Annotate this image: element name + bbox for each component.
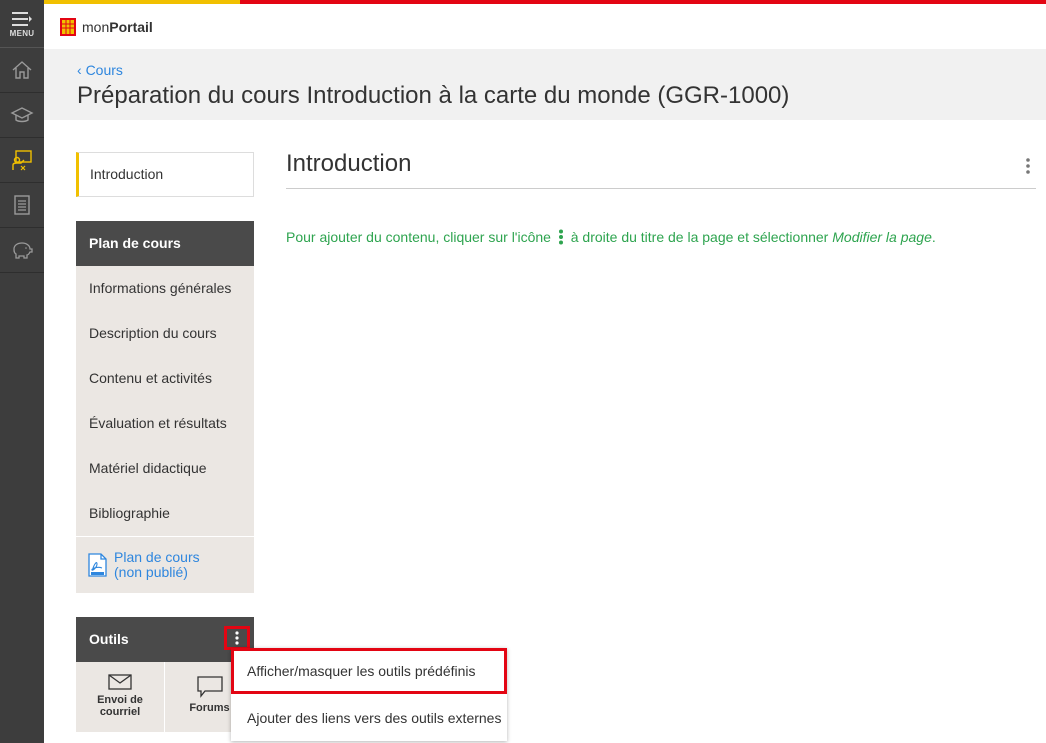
tool-label-line1: Envoi de xyxy=(97,694,143,706)
content-title: Introduction xyxy=(286,150,412,177)
tools-dropdown-menu: Afficher/masquer les outils prédéfinis A… xyxy=(231,648,507,741)
teacher-board-icon xyxy=(12,150,32,171)
tool-label-line2: courriel xyxy=(99,706,141,718)
kebab-menu-icon xyxy=(1026,158,1030,174)
rail-courses[interactable] xyxy=(0,93,44,138)
pdf-link-line1: Plan de cours xyxy=(114,549,200,565)
page-options-button[interactable] xyxy=(1022,157,1034,175)
envelope-icon xyxy=(108,674,132,690)
tool-envoi-de-courriel[interactable]: Envoi de courriel xyxy=(76,662,165,732)
nav-item-informations-generales[interactable]: Informations générales xyxy=(76,266,254,311)
menu-label: MENU xyxy=(9,28,35,38)
nav-item-introduction[interactable]: Introduction xyxy=(76,152,254,197)
nav-item-contenu-et-activites[interactable]: Contenu et activités xyxy=(76,356,254,401)
university-crest-logo[interactable] xyxy=(60,17,76,36)
kebab-menu-icon xyxy=(235,631,239,645)
nav-item-evaluation-et-resultats[interactable]: Évaluation et résultats xyxy=(76,401,254,446)
rail-finances[interactable] xyxy=(0,228,44,273)
page-title: Préparation du cours Introduction à la c… xyxy=(77,82,790,109)
hamburger-icon xyxy=(12,11,32,26)
graduation-cap-icon xyxy=(10,107,34,123)
plan-de-cours-pdf-link[interactable]: Plan de cours (non publié) xyxy=(76,536,254,593)
plan-de-cours-heading: Plan de cours xyxy=(76,221,254,266)
document-list-icon xyxy=(14,195,30,215)
chevron-left-icon: ‹ xyxy=(77,62,82,78)
left-rail: MENU xyxy=(0,0,44,743)
piggy-bank-icon xyxy=(13,242,33,259)
home-icon xyxy=(12,61,32,79)
back-to-courses-link[interactable]: ‹ Cours xyxy=(77,62,123,78)
menu-item-ajouter-liens-externes[interactable]: Ajouter des liens vers des outils extern… xyxy=(231,695,507,741)
empty-content-hint: Pour ajouter du contenu, cliquer sur l'i… xyxy=(286,229,936,245)
app-header: monPortail xyxy=(44,4,1046,49)
tools-grid: Envoi de courriel Forums xyxy=(76,662,254,732)
rail-teaching[interactable] xyxy=(0,138,44,183)
title-band: ‹ Cours Préparation du cours Introductio… xyxy=(44,49,1046,120)
rail-documents[interactable] xyxy=(0,183,44,228)
pdf-file-icon xyxy=(88,553,107,577)
menu-item-afficher-masquer-outils[interactable]: Afficher/masquer les outils prédéfinis xyxy=(231,648,507,694)
rail-home[interactable] xyxy=(0,48,44,93)
nav-item-materiel-didactique[interactable]: Matériel didactique xyxy=(76,446,254,491)
back-link-label: Cours xyxy=(85,62,123,78)
menu-button[interactable]: MENU xyxy=(0,0,44,48)
nav-item-bibliographie[interactable]: Bibliographie xyxy=(76,491,254,536)
speech-bubble-icon xyxy=(196,676,223,698)
tool-label-forums: Forums xyxy=(189,702,230,714)
plan-de-cours-list: Informations générales Description du co… xyxy=(76,266,254,593)
title-divider xyxy=(286,188,1036,189)
pdf-link-line2: (non publié) xyxy=(114,564,188,580)
app-brand[interactable]: monPortail xyxy=(82,19,153,35)
outils-kebab-button[interactable] xyxy=(224,626,250,650)
kebab-hint-icon xyxy=(558,229,563,245)
nav-item-description-du-cours[interactable]: Description du cours xyxy=(76,311,254,356)
